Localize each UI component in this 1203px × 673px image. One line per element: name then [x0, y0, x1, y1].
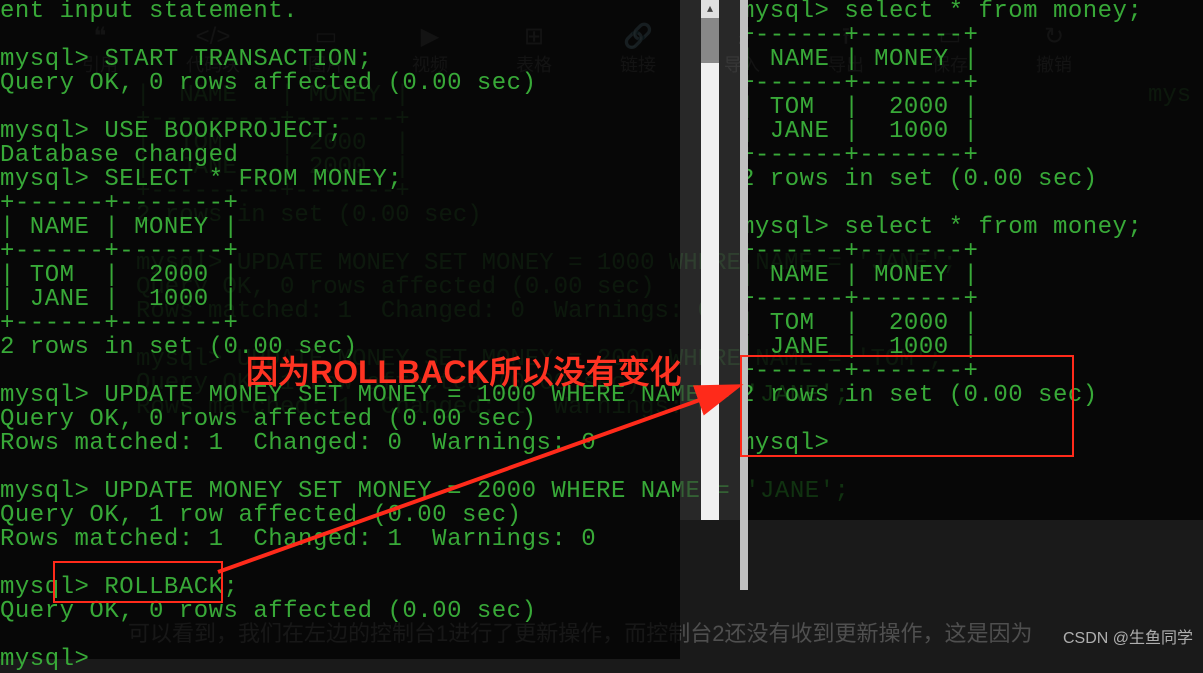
scroll-thumb[interactable]	[701, 18, 719, 63]
watermark: CSDN @生鱼同学	[1063, 627, 1193, 651]
terminal-left[interactable]: ent input statement. mysql> START TRANSA…	[0, 0, 680, 659]
terminal-right[interactable]: mysql> select * from money; +------+----…	[740, 0, 1203, 520]
scroll-up-icon[interactable]: ▴	[701, 0, 719, 18]
annotation-text: 因为ROLLBACK所以没有变化	[246, 360, 682, 384]
scroll-track[interactable]: ▴	[701, 0, 719, 520]
scrollbar[interactable]: ▴	[680, 0, 740, 520]
pane-splitter[interactable]	[740, 0, 748, 590]
